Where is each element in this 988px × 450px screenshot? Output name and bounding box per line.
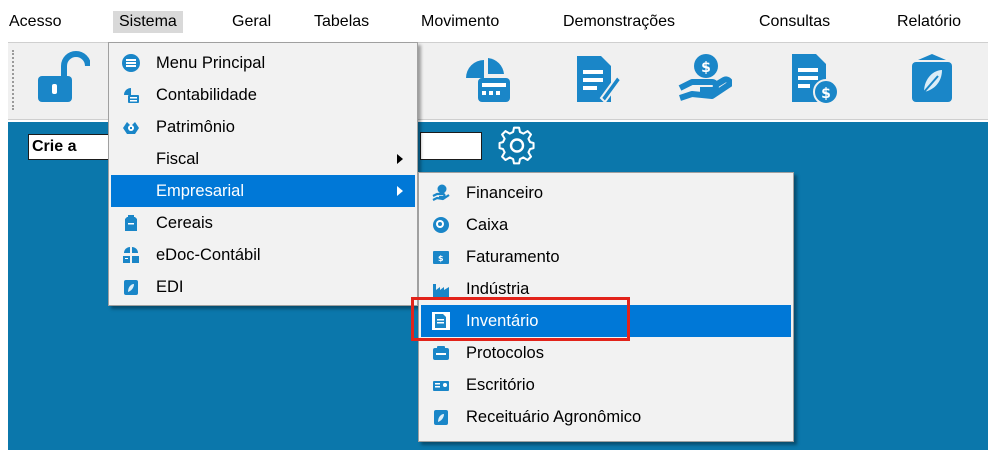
edi-icon (122, 278, 140, 296)
menu-item-edoc-contabil[interactable]: eDoc-Contábil (111, 239, 415, 271)
menu-item-edi[interactable]: EDI (111, 271, 415, 303)
menu-item-protocolos[interactable]: Protocolos (421, 337, 791, 369)
leaf-card-icon[interactable] (904, 50, 960, 106)
menu-item-industria[interactable]: Indústria (421, 273, 791, 305)
protocol-icon (432, 344, 450, 362)
factory-icon (432, 280, 450, 298)
menu-geral[interactable]: Geral (232, 11, 271, 33)
menu-tabelas[interactable]: Tabelas (314, 11, 369, 33)
crie-text-field[interactable]: Crie a (28, 134, 118, 160)
document-edit-icon[interactable] (567, 50, 623, 106)
menu-list-icon (122, 54, 140, 72)
svg-text:$: $ (821, 86, 831, 102)
menu-item-escritorio[interactable]: Escritório (421, 369, 791, 401)
grain-icon (122, 214, 140, 232)
inventory-icon (432, 312, 450, 330)
menu-item-patrimonio[interactable]: Patrimônio (111, 111, 415, 143)
menu-relatorio[interactable]: Relatório (897, 11, 961, 33)
menu-consultas[interactable]: Consultas (759, 11, 830, 33)
menu-sistema[interactable]: Sistema (113, 11, 183, 33)
menu-item-receituario-agronomico[interactable]: Receituário Agronômico (421, 401, 791, 433)
menu-movimento[interactable]: Movimento (421, 11, 499, 33)
invoice-icon: $ (432, 248, 450, 266)
menu-item-inventario[interactable]: Inventário (421, 305, 791, 337)
menu-demonstracoes[interactable]: Demonstrações (563, 11, 675, 33)
menu-acesso[interactable]: Acesso (9, 11, 61, 33)
menu-item-contabilidade[interactable]: Contabilidade (111, 79, 415, 111)
menu-item-cereais[interactable]: Cereais (111, 207, 415, 239)
submenu-arrow-icon (397, 154, 403, 164)
accounting-icon (122, 86, 140, 104)
svg-text:$: $ (701, 60, 711, 76)
menu-item-fiscal[interactable]: Fiscal (111, 143, 415, 175)
document-coin-icon[interactable]: $ (784, 50, 840, 106)
leaf-prescription-icon (432, 408, 450, 426)
search-input[interactable] (420, 132, 482, 160)
hand-money-icon (432, 184, 450, 202)
menu-bar: Acesso Sistema Geral Tabelas Movimento D… (0, 0, 988, 42)
gear-icon[interactable] (497, 126, 537, 166)
chart-calculator-icon[interactable] (458, 50, 514, 106)
edoc-icon (122, 246, 140, 264)
empresarial-submenu: Financeiro Caixa $ Faturamento Indústria… (418, 172, 794, 442)
hand-money-icon[interactable]: $ (676, 50, 733, 106)
menu-item-caixa[interactable]: Caixa (421, 209, 791, 241)
office-icon (432, 376, 450, 394)
padlock-unlocked-icon[interactable] (34, 50, 91, 106)
toolbar-grip[interactable] (12, 50, 16, 110)
asset-hands-icon (122, 118, 140, 136)
submenu-arrow-icon (397, 186, 403, 196)
svg-text:$: $ (438, 254, 444, 263)
cash-icon (432, 216, 450, 234)
menu-item-empresarial[interactable]: Empresarial (111, 175, 415, 207)
menu-item-faturamento[interactable]: $ Faturamento (421, 241, 791, 273)
menu-item-financeiro[interactable]: Financeiro (421, 177, 791, 209)
menu-item-menu-principal[interactable]: Menu Principal (111, 47, 415, 79)
sistema-dropdown-menu: Menu Principal Contabilidade Patrimônio … (108, 42, 418, 306)
